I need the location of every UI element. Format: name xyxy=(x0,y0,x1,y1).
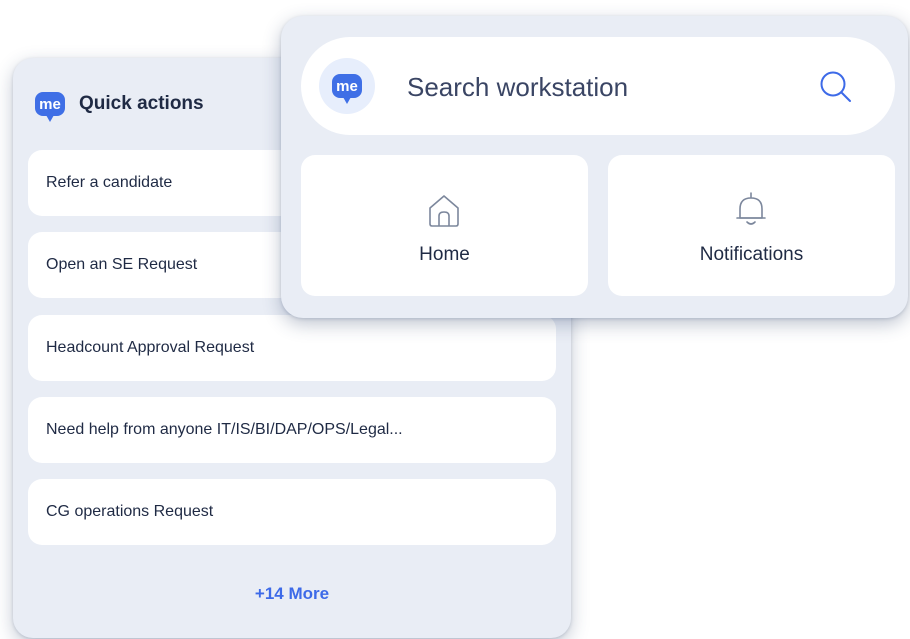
quick-action-label: CG operations Request xyxy=(46,503,214,520)
search-bar[interactable]: me xyxy=(301,37,895,135)
workstation-panel: me Home Notifications xyxy=(281,16,908,318)
home-icon xyxy=(429,195,459,227)
quick-action-need-help[interactable]: Need help from anyone IT/IS/BI/DAP/OPS/L… xyxy=(28,397,556,463)
quick-action-cg-operations[interactable]: CG operations Request xyxy=(28,479,556,545)
bell-icon xyxy=(736,192,766,225)
search-input[interactable] xyxy=(405,67,789,107)
quick-actions-title: Quick actions xyxy=(79,93,204,114)
more-actions-link[interactable]: +14 More xyxy=(13,584,571,604)
me-logo-icon: me xyxy=(35,92,65,122)
quick-action-label: Open an SE Request xyxy=(46,256,198,273)
nav-tile-home[interactable]: Home xyxy=(301,155,588,296)
quick-actions-header: me Quick actions xyxy=(35,88,204,122)
quick-action-label: Refer a candidate xyxy=(46,174,173,191)
me-logo-icon: me xyxy=(332,74,362,104)
nav-tile-notifications[interactable]: Notifications xyxy=(608,155,895,296)
nav-tile-label: Home xyxy=(419,244,470,265)
quick-action-label: Need help from anyone IT/IS/BI/DAP/OPS/L… xyxy=(46,421,403,438)
search-icon[interactable] xyxy=(816,67,856,107)
nav-tile-label: Notifications xyxy=(699,244,804,265)
quick-action-label: Headcount Approval Request xyxy=(46,339,255,356)
search-logo: me xyxy=(319,58,375,114)
quick-action-headcount-approval[interactable]: Headcount Approval Request xyxy=(28,315,556,381)
